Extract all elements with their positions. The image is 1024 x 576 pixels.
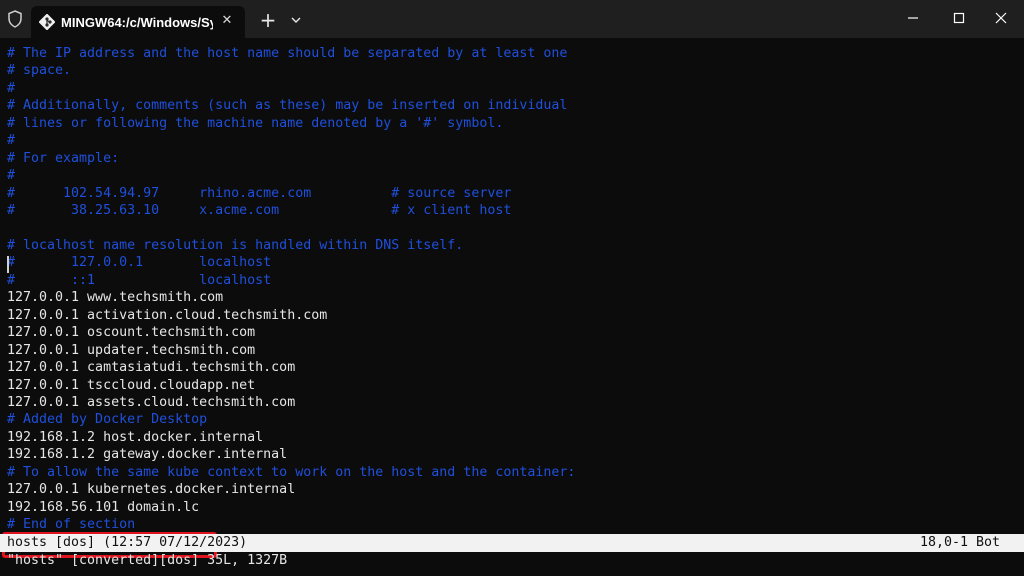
host-entry-line: 127.0.0.1 tsccloud.cloudapp.net	[7, 377, 256, 393]
comment-line: # localhost name resolution is handled w…	[7, 237, 464, 253]
comment-line: # For example:	[7, 150, 120, 166]
minimize-icon[interactable]	[890, 0, 936, 36]
host-entry-line: 192.168.56.101 domain.lc	[7, 499, 200, 515]
host-entry-line: 127.0.0.1 updater.techsmith.com	[7, 342, 256, 358]
message-line: "hosts" [converted][dos] 35L, 1327B	[7, 553, 288, 568]
host-entry-line: 192.168.1.2 host.docker.internal	[7, 429, 264, 445]
comment-line: # 127.0.0.1 localhost	[7, 255, 272, 271]
comment-line: # 102.54.94.97 rhino.acme.com # source s…	[7, 185, 512, 201]
maximize-icon[interactable]	[936, 0, 982, 36]
terminal-tab[interactable]: MINGW64:/c/Windows/Syster ✕	[31, 6, 245, 38]
comment-line: # space.	[7, 63, 72, 79]
comment-line: # lines or following the machine name de…	[7, 115, 504, 131]
host-entry-line: 127.0.0.1 kubernetes.docker.internal	[7, 482, 296, 498]
window-close-icon[interactable]	[978, 0, 1024, 36]
host-entry-line: 127.0.0.1 camtasiatudi.techsmith.com	[7, 360, 296, 376]
host-entry-line: 192.168.1.2 gateway.docker.internal	[7, 447, 288, 463]
comment-line: #	[7, 168, 16, 184]
cursor-position: 18,0-1 Bot	[919, 535, 1000, 550]
close-icon[interactable]: ✕	[219, 13, 235, 29]
comment-line: # The IP address and the host name shoul…	[7, 46, 568, 61]
text-cursor	[7, 256, 9, 273]
file-status: hosts [dos] (12:57 07/12/2023)	[7, 535, 248, 550]
host-entry-line: 127.0.0.1 oscount.techsmith.com	[7, 325, 256, 341]
comment-line: #	[7, 133, 16, 149]
title-bar: MINGW64:/c/Windows/Syster ✕ +	[0, 0, 1024, 38]
git-bash-icon	[38, 13, 56, 31]
chevron-down-icon[interactable]	[288, 12, 304, 28]
comment-line: # ::1 localhost	[7, 272, 272, 288]
comment-line: # Additionally, comments (such as these)…	[7, 98, 568, 114]
comment-line: # Added by Docker Desktop	[7, 412, 208, 428]
host-entry-line: 127.0.0.1 activation.cloud.techsmith.com	[7, 307, 328, 323]
comment-line: # To allow the same kube context to work…	[7, 464, 576, 480]
terminal-view[interactable]: # The IP address and the host name shoul…	[0, 38, 1024, 576]
host-entry-line: 127.0.0.1 assets.cloud.techsmith.com	[7, 395, 296, 410]
comment-line: #	[7, 80, 16, 96]
host-entry-line: 127.0.0.1 www.techsmith.com	[7, 290, 224, 306]
plus-icon[interactable]: +	[258, 10, 278, 30]
status-bar: hosts [dos] (12:57 07/12/2023) 18,0-1 Bo…	[0, 534, 1024, 552]
comment-line: # 38.25.63.10 x.acme.com # x client host	[7, 203, 512, 219]
shield-icon[interactable]	[5, 9, 25, 29]
tab-title: MINGW64:/c/Windows/Syster	[61, 15, 213, 30]
